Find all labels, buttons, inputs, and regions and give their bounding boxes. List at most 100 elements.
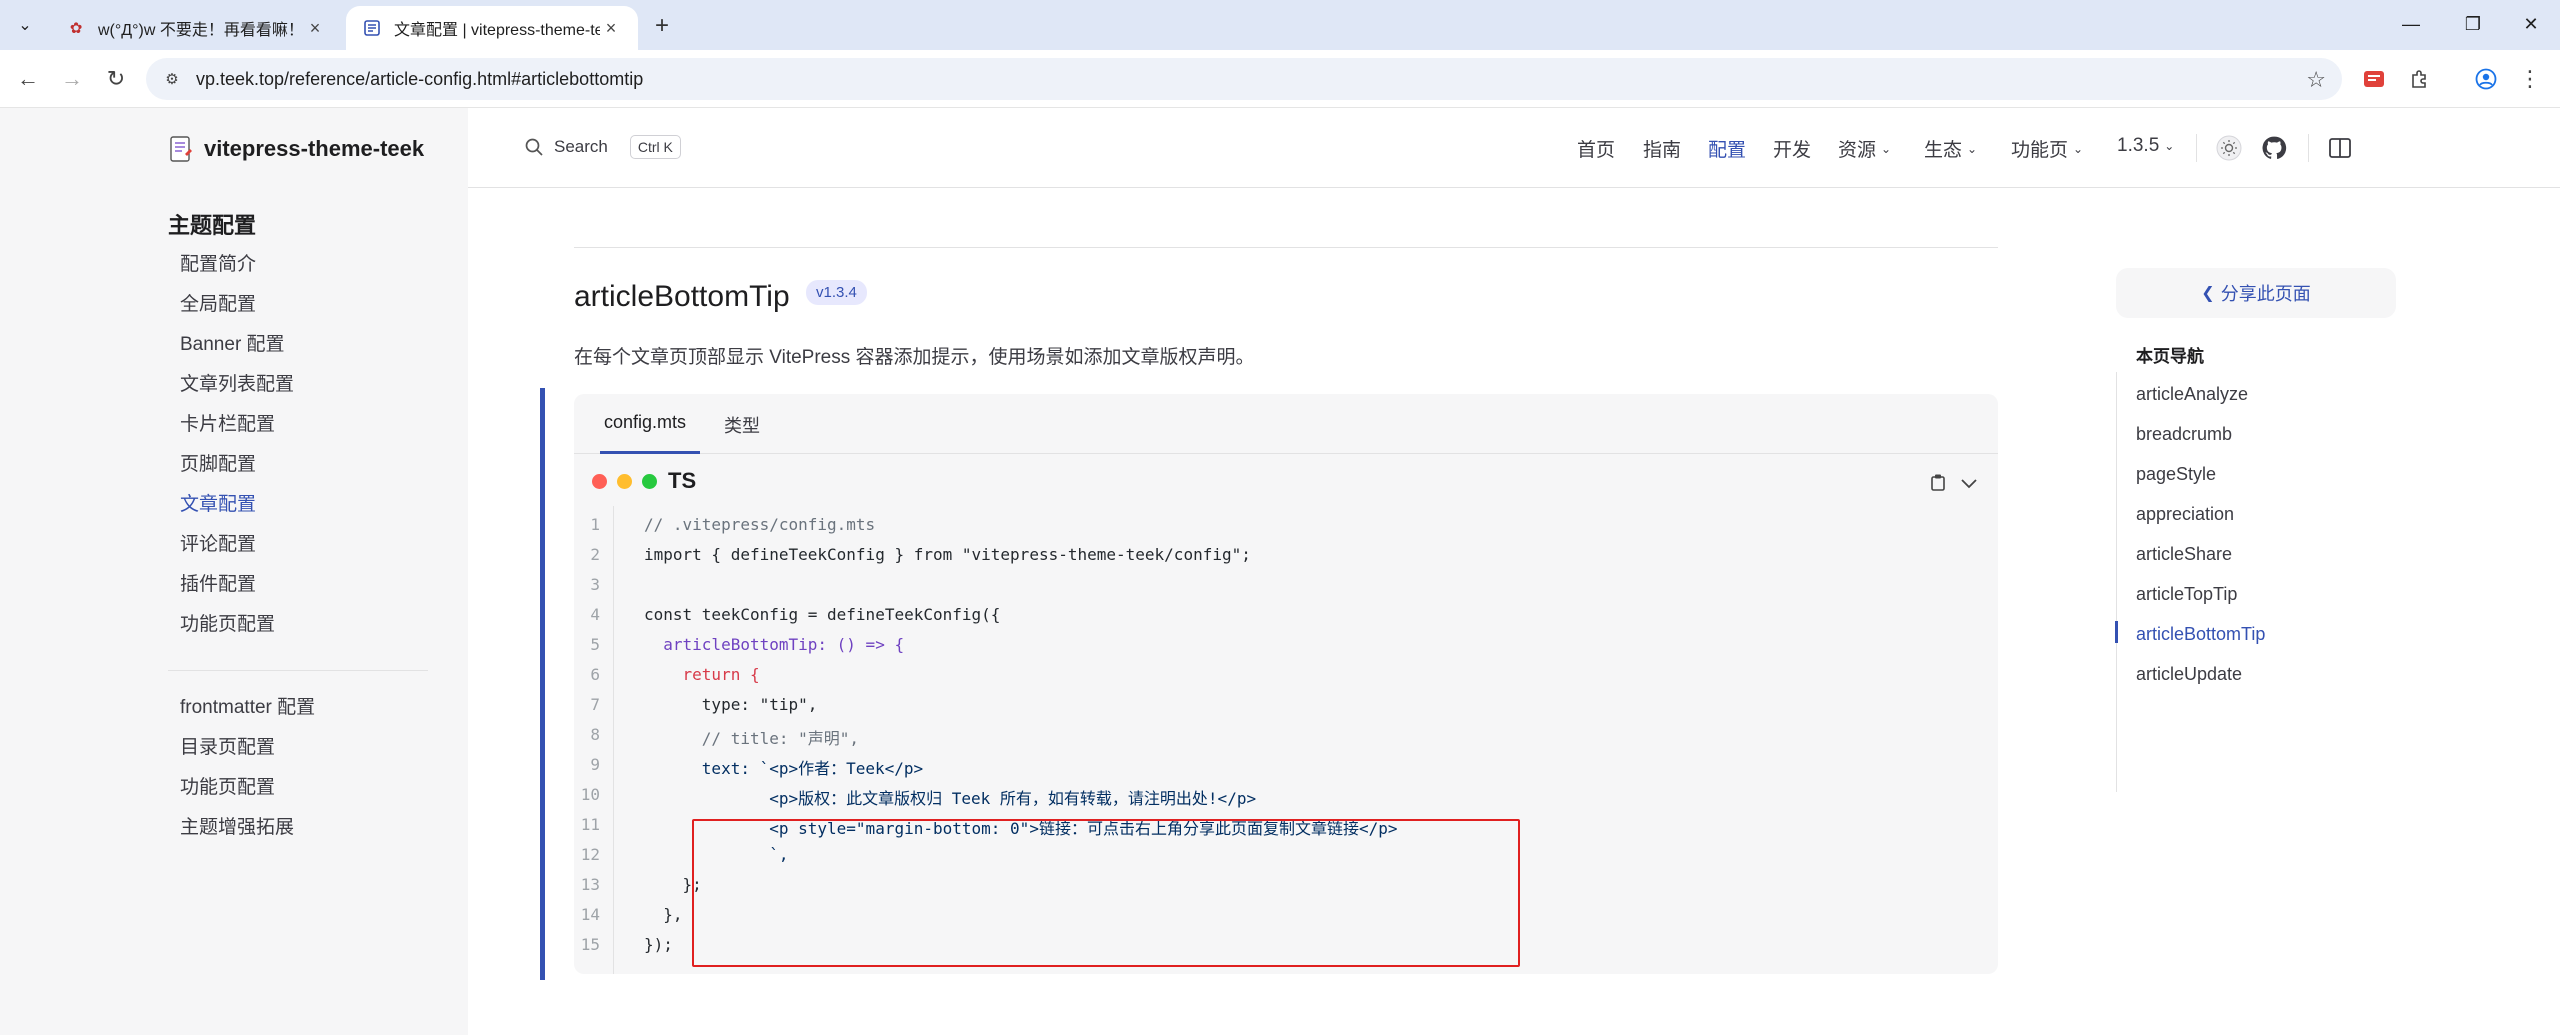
copy-icon[interactable] [1928,472,1948,492]
toc-title: 本页导航 [2136,347,2204,366]
window-dot-red [592,474,607,489]
code-line: type: "tip", [644,695,818,714]
nav-link[interactable]: 开发 [1773,135,1811,162]
tab-title: w(°Д°)w 不要走！再看看嘛！ [98,22,304,39]
sidebar-item[interactable]: 文章列表配置 [180,369,294,396]
sidebar-item[interactable]: 页脚配置 [180,449,256,476]
sidebar-item[interactable]: 卡片栏配置 [180,409,275,436]
browser-tab-1[interactable]: ✿ w(°Д°)w 不要走！再看看嘛！ × [50,6,342,50]
version-badge: v1.3.4 [806,280,867,305]
nav-dropdown[interactable]: 功能页 ⌄ [2011,135,2083,162]
section-heading: articleBottomTip [574,280,790,313]
search-icon [525,138,543,156]
minimize-icon[interactable]: — [2388,8,2434,40]
code-line: text: `<p>作者：Teek</p> [644,759,924,778]
sidebar-item-active[interactable]: 文章配置 [180,489,256,516]
sidebar-item[interactable]: 全局配置 [180,289,256,316]
code-line: // title: "声明", [644,729,860,748]
chevron-down-icon: ⌄ [2073,141,2084,156]
toc-link-active[interactable]: articleBottomTip [2136,624,2265,645]
toc-link[interactable]: articleUpdate [2136,664,2242,685]
toc-link[interactable]: appreciation [2136,504,2234,525]
sidebar-item[interactable]: 配置简介 [180,249,256,276]
extension-red-icon[interactable] [2360,65,2388,93]
nav-label: 1.3.5 [2117,135,2160,156]
nav-link[interactable]: 首页 [1577,135,1615,162]
nav-link-active[interactable]: 配置 [1708,135,1746,162]
search-button[interactable]: Search Ctrl K [524,135,681,159]
back-icon[interactable]: ← [12,63,44,95]
header-divider [2196,134,2197,162]
window-dot-yellow [617,474,632,489]
site-header: Search Ctrl K 首页 指南 配置 开发 资源 ⌄ 生态 ⌄ 功能页 ⌄ 1… [468,108,2560,188]
nav-label: 配置 [1708,140,1747,161]
sidebar-item[interactable]: 插件配置 [180,569,256,596]
reading-mode-icon[interactable] [2325,133,2355,163]
site-title: vitepress-theme-teek [204,136,425,161]
nav-label: 功能页 [2011,140,2069,161]
nav-dropdown[interactable]: 资源 ⌄ [1838,135,1891,162]
chevron-down-icon[interactable] [1958,472,1980,494]
toc-link[interactable]: breadcrumb [2136,424,2232,445]
header-divider [2308,134,2309,162]
sidebar-item[interactable]: 主题增强拓展 [180,812,294,839]
line-number: 8 [590,725,600,744]
line-number: 1 [590,515,600,534]
restore-icon[interactable]: ❐ [2450,8,2496,40]
code-line: const teekConfig = defineTeekConfig({ [644,605,1001,624]
sidebar-item[interactable]: 目录页配置 [180,732,275,759]
more-menu-icon[interactable]: ⋮ [2516,65,2544,93]
bookmark-star-icon[interactable]: ☆ [2306,67,2326,93]
browser-tabstrip: ⌄ ✿ w(°Д°)w 不要走！再看看嘛！ × 文章配置 | vitepress… [0,0,2560,50]
reload-icon[interactable]: ↻ [100,63,132,95]
section-rule [574,247,1998,248]
nav-label: 首页 [1577,140,1616,161]
line-number: 10 [580,785,600,804]
share-page-button[interactable]: ❮ 分享此页面 [2116,268,2396,318]
version-dropdown[interactable]: 1.3.5 ⌄ [2117,135,2174,157]
toc-link[interactable]: pageStyle [2136,464,2216,485]
tab-search-icon[interactable]: ⌄ [10,10,40,40]
url-text: vp.teek.top/reference/article-config.htm… [196,68,644,89]
sidebar-item[interactable]: 功能页配置 [180,772,275,799]
code-line: return { [644,665,760,684]
toc-link[interactable]: articleShare [2136,544,2232,565]
nav-dropdown[interactable]: 生态 ⌄ [1924,135,1977,162]
nav-label: 资源 [1838,140,1877,161]
address-bar[interactable]: ⚙ vp.teek.top/reference/article-config.h… [146,58,2342,100]
code-tab-config[interactable]: config.mts [604,412,686,433]
tab-close-icon[interactable]: × [600,17,622,39]
chevron-down-icon: ⌄ [1967,141,1978,156]
browser-tab-2[interactable]: 文章配置 | vitepress-theme-teek × [346,6,638,50]
sidebar: vitepress-theme-teek 主题配置 配置简介 全局配置 Bann… [0,108,468,1035]
toc-active-marker [2115,621,2118,643]
theme-toggle-icon[interactable] [2214,133,2244,163]
code-tab-type[interactable]: 类型 [724,412,760,438]
code-line: // .vitepress/config.mts [644,515,876,534]
toc-link[interactable]: articleAnalyze [2136,384,2248,405]
tab-close-icon[interactable]: × [304,17,326,39]
nav-link[interactable]: 指南 [1643,135,1681,162]
site-logo[interactable]: vitepress-theme-teek [168,134,424,164]
window-close-icon[interactable]: ✕ [2508,8,2554,40]
sidebar-item[interactable]: 评论配置 [180,529,256,556]
extensions-puzzle-icon[interactable] [2406,65,2434,93]
section-description: 在每个文章页顶部显示 VitePress 容器添加提示，使用场景如添加文章版权声… [574,347,1255,368]
new-tab-icon[interactable]: + [648,12,676,40]
tab-title: 文章配置 | vitepress-theme-teek [394,22,600,39]
profile-icon[interactable] [2472,65,2500,93]
forward-icon[interactable]: → [56,63,88,95]
logo-icon [170,136,192,162]
github-icon[interactable] [2259,133,2289,163]
sidebar-item[interactable]: frontmatter 配置 [180,692,315,719]
nav-label: 开发 [1773,140,1812,161]
sidebar-item[interactable]: Banner 配置 [180,329,285,356]
toc-link[interactable]: articleTopTip [2136,584,2237,605]
tab-favicon-icon [362,18,382,38]
sidebar-item[interactable]: 功能页配置 [180,609,275,636]
code-line: }); [644,935,673,954]
line-number: 9 [590,755,600,774]
line-number: 4 [590,605,600,624]
site-info-icon[interactable]: ⚙ [158,65,186,93]
line-number: 15 [580,935,600,954]
